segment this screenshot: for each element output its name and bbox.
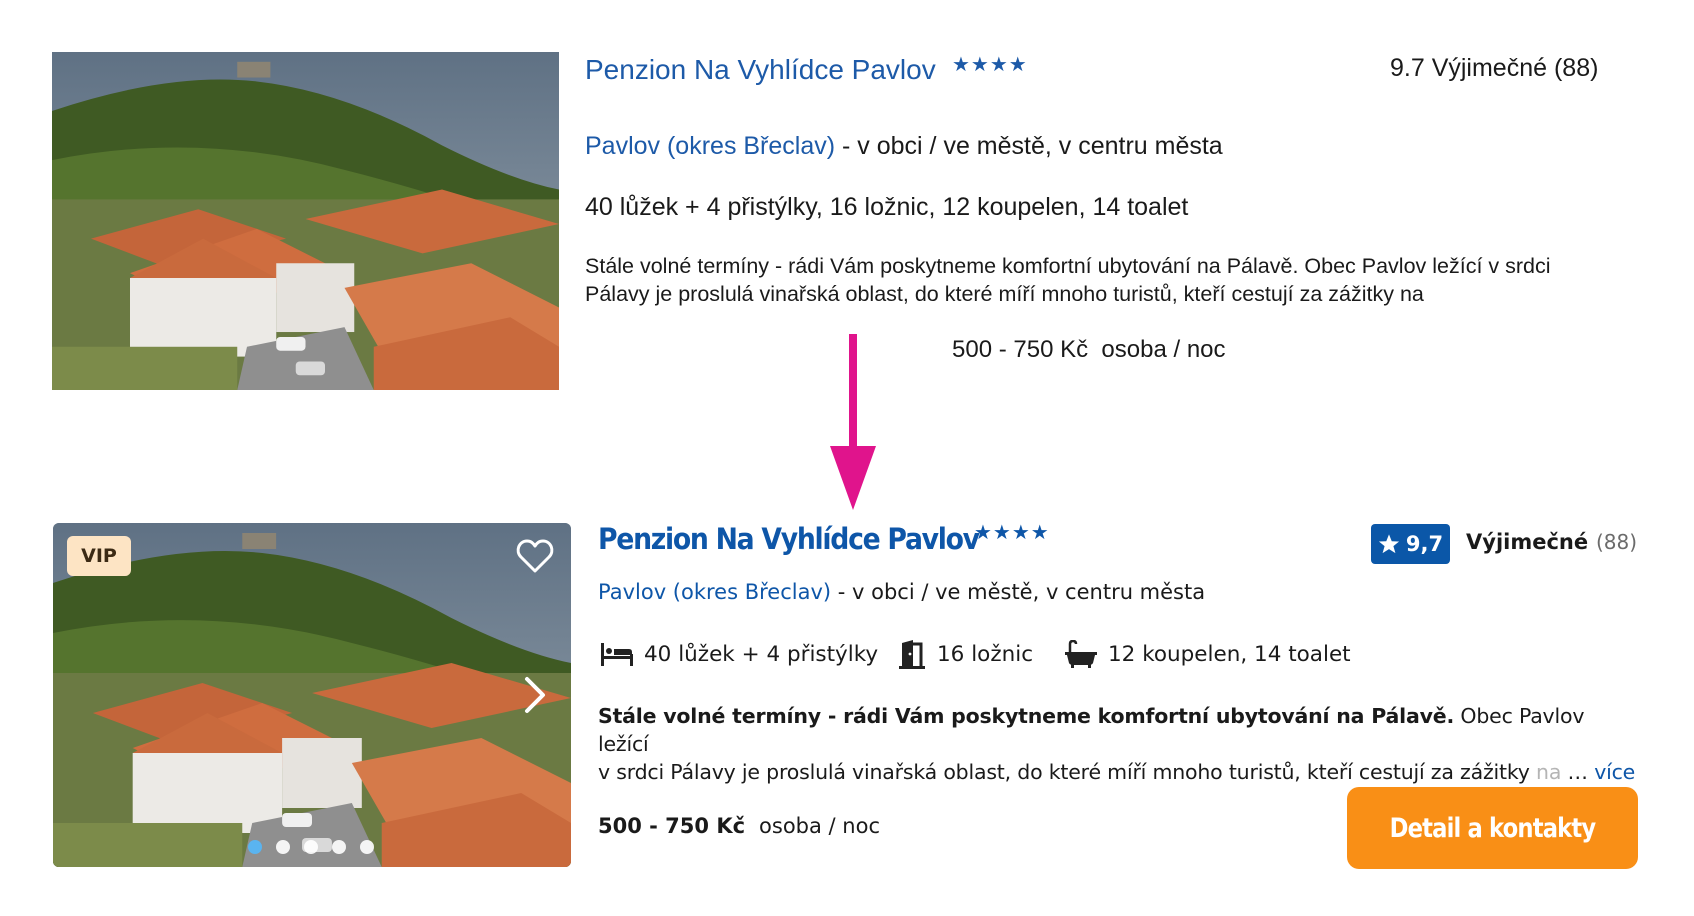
bathtub-icon: [1065, 640, 1097, 668]
village-photo: [53, 523, 571, 867]
listing-title[interactable]: Penzion Na Vyhlídce Pavlov: [585, 54, 936, 86]
door-icon: [899, 640, 925, 669]
feature-beds: 40 lůžek + 4 přistýlky: [600, 638, 878, 670]
listing-description: Stále volné termíny - rádi Vám poskytnem…: [585, 254, 1551, 306]
listing-description: Stále volné termíny - rádi Vám poskytnem…: [598, 702, 1638, 786]
price-info: 500 - 750 Kč osoba / noc: [598, 814, 880, 838]
listing-photo[interactable]: [52, 52, 559, 390]
star-rating-icons: ★★★★: [952, 52, 1028, 76]
rating-summary: 9.7 Výjimečné (88): [1390, 54, 1599, 82]
carousel-dot[interactable]: [332, 840, 346, 854]
carousel-dots[interactable]: [248, 840, 374, 854]
location-line: Pavlov (okres Břeclav) - v obci / ve měs…: [585, 132, 1223, 161]
vip-badge: VIP: [67, 536, 131, 576]
description-fade: na: [1529, 760, 1562, 784]
location-link[interactable]: Pavlov (okres Břeclav): [598, 580, 831, 604]
location-detail: - v obci / ve městě, v centru města: [831, 580, 1206, 604]
detail-contacts-label: Detail a kontakty: [1389, 812, 1597, 844]
listing-title[interactable]: Penzion Na Vyhlídce Pavlov: [598, 522, 980, 556]
carousel-dot[interactable]: [248, 840, 262, 854]
location-link[interactable]: Pavlov (okres Břeclav): [585, 132, 835, 160]
down-arrow-icon: [830, 334, 876, 510]
location-detail: - v obci / ve městě, v centru města: [835, 132, 1223, 160]
location-line: Pavlov (okres Břeclav) - v obci / ve měs…: [598, 580, 1205, 604]
chevron-right-icon[interactable]: [522, 675, 548, 715]
feature-baths-label: 12 koupelen, 14 toalet: [1108, 641, 1351, 667]
carousel-dot[interactable]: [304, 840, 318, 854]
description-text-line2: v srdci Pálavy je proslulá vinařská obla…: [598, 760, 1530, 784]
description-highlight: Stále volné termíny - rádi Vám poskytnem…: [598, 704, 1455, 728]
feature-rooms-label: 16 ložnic: [937, 641, 1034, 667]
price-amount: 500 - 750 Kč: [598, 814, 746, 838]
feature-beds-label: 40 lůžek + 4 přistýlky: [644, 641, 879, 667]
carousel-dot[interactable]: [360, 840, 374, 854]
review-count: (88): [1596, 530, 1638, 554]
village-photo: [52, 52, 559, 390]
star-icon: [1378, 534, 1399, 554]
heart-icon[interactable]: [516, 538, 554, 574]
read-more-link[interactable]: více: [1594, 760, 1635, 784]
star-rating-icons: ★★★★: [974, 520, 1050, 544]
price-info: 500 - 750 Kč osoba / noc: [952, 336, 1226, 363]
feature-rooms: 16 ložnic: [897, 638, 1033, 670]
more-ellipsis: …: [1567, 760, 1589, 784]
score-badge: 9,7: [1371, 524, 1450, 564]
carousel-dot[interactable]: [276, 840, 290, 854]
feature-baths: 12 koupelen, 14 toalet: [1064, 638, 1351, 670]
listing-photo[interactable]: [53, 523, 571, 867]
detail-contacts-button[interactable]: Detail a kontakty: [1347, 787, 1638, 869]
price-unit: osoba / noc: [759, 814, 881, 838]
capacity-info: 40 lůžek + 4 přistýlky, 16 ložnic, 12 ko…: [585, 193, 1189, 221]
rating-label: Výjimečné: [1466, 530, 1589, 554]
bed-icon: [601, 643, 633, 666]
score-value: 9,7: [1405, 532, 1444, 556]
